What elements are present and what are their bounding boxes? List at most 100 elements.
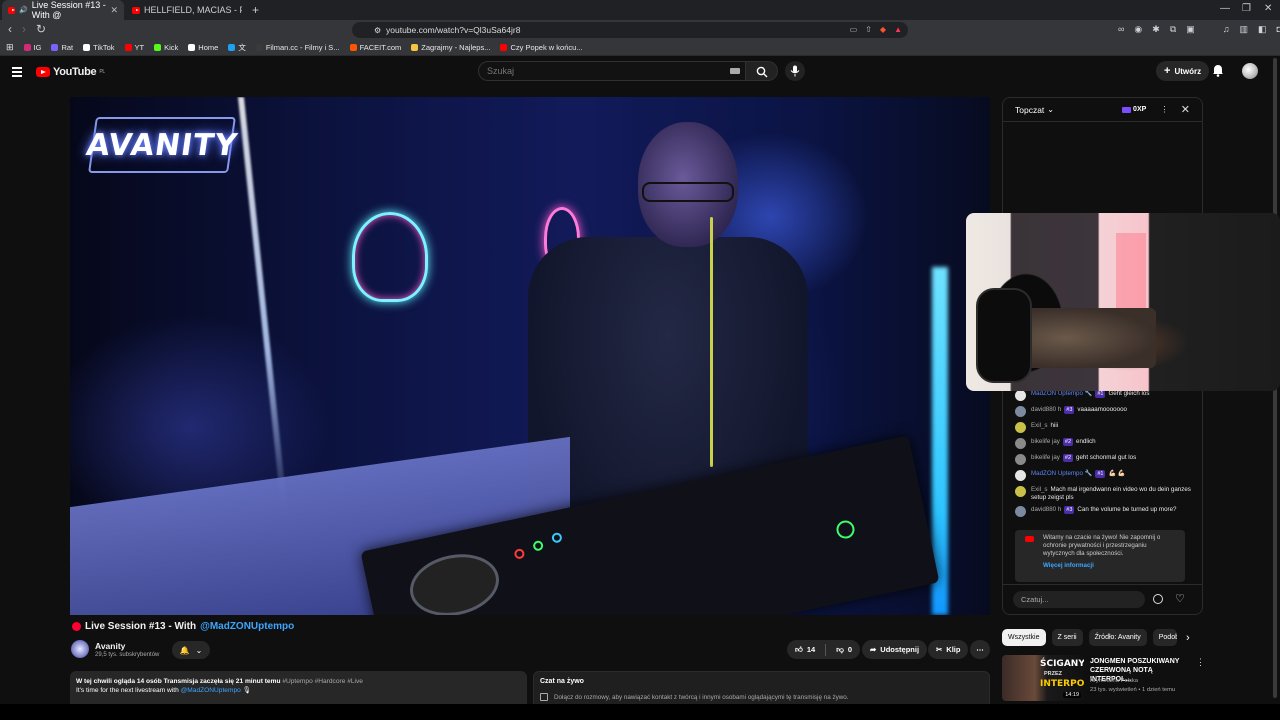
site-info-icon[interactable]: ⚙ bbox=[374, 26, 381, 35]
bookmark-kick[interactable]: Kick bbox=[154, 43, 178, 52]
split-icon[interactable]: ◧ bbox=[1258, 24, 1267, 35]
message-text: hiii bbox=[1050, 422, 1059, 429]
youtube-logo[interactable]: YouTube PL bbox=[36, 66, 105, 78]
share-button[interactable]: ➦ Udostępnij bbox=[862, 640, 928, 659]
tiktok-icon bbox=[83, 44, 91, 51]
channel-avatar[interactable] bbox=[71, 640, 89, 658]
extension-icon[interactable]: ✱ bbox=[1152, 24, 1160, 35]
bookmark-popek[interactable]: Czy Popek w końcu... bbox=[500, 43, 583, 52]
user-avatar bbox=[1015, 438, 1026, 449]
message-author[interactable]: MadZON Uptempo 🔧 bbox=[1031, 390, 1092, 397]
chip-series[interactable]: Z serii bbox=[1051, 629, 1083, 646]
install-icon[interactable]: ▭ bbox=[850, 25, 858, 34]
audio-icon[interactable]: ◉ bbox=[1134, 24, 1142, 35]
account-avatar[interactable] bbox=[1242, 63, 1258, 79]
bookmark-rat[interactable]: Rat bbox=[51, 43, 73, 52]
chat-mode-dropdown[interactable]: Topczat ⌄ bbox=[1015, 105, 1054, 115]
forward-icon[interactable]: › bbox=[22, 22, 26, 36]
chip-all[interactable]: Wszystkie bbox=[1002, 629, 1046, 646]
voice-search-button[interactable] bbox=[785, 61, 805, 81]
message-author[interactable]: bikelife jay bbox=[1031, 454, 1060, 461]
brave-shield-icon[interactable]: ◆ bbox=[880, 25, 886, 34]
puzzle-icon[interactable]: ⧉ bbox=[1170, 24, 1176, 35]
video-duration: 14:19 bbox=[1063, 692, 1081, 698]
bookmark-faceit[interactable]: FACEIT.com bbox=[349, 43, 401, 52]
channel-name[interactable]: Avanity bbox=[95, 641, 125, 651]
keyboard-icon[interactable] bbox=[730, 68, 740, 74]
search-button[interactable] bbox=[746, 61, 778, 81]
share-icon[interactable]: ⇧ bbox=[865, 25, 872, 34]
message-author[interactable]: bikelife jay bbox=[1031, 438, 1060, 445]
wallet2-icon[interactable]: ◘ bbox=[1277, 24, 1280, 35]
user-avatar bbox=[1015, 486, 1026, 497]
recommendation-thumbnail[interactable]: ŚCIGANY PRZEZ INTERPOL 14:19 bbox=[1002, 655, 1084, 701]
back-icon[interactable]: ‹ bbox=[8, 22, 12, 36]
message-text: vaaaaamooooooo bbox=[1077, 406, 1127, 413]
message-author[interactable]: david880 h bbox=[1031, 506, 1061, 513]
like-button[interactable]: 👍︎ 14 bbox=[795, 645, 815, 655]
clip-button[interactable]: ✂ Klip bbox=[928, 640, 969, 659]
vpn-icon[interactable]: ∞ bbox=[1118, 24, 1124, 35]
headphone-cable bbox=[710, 217, 713, 467]
chip-source[interactable]: Źródło: Avanity bbox=[1088, 629, 1147, 646]
emoji-icon[interactable] bbox=[1153, 594, 1163, 604]
music-icon[interactable]: ♫ bbox=[1223, 24, 1230, 35]
close-chat-icon[interactable]: ✕ bbox=[1181, 103, 1190, 116]
subscription-bell-button[interactable]: 🔔 ⌄ bbox=[172, 641, 210, 659]
heart-icon[interactable]: ♡ bbox=[1175, 592, 1185, 605]
tab-hellfield[interactable]: HELLFIELD, MACIAS - Fendi RMX (OFF bbox=[126, 0, 248, 20]
neon-ghost-sign bbox=[352, 212, 428, 302]
chevron-right-icon[interactable]: › bbox=[1186, 632, 1190, 644]
bell-icon bbox=[1213, 65, 1223, 77]
close-tab-icon[interactable]: ✕ bbox=[110, 5, 118, 16]
search-input[interactable]: Szukaj bbox=[478, 61, 746, 81]
pad-light bbox=[550, 531, 563, 544]
url-field[interactable]: ⚙ youtube.com/watch?v=Ql3uSa64jr8 ▭ ⇧ ◆ … bbox=[352, 22, 908, 38]
recommendation-channel[interactable]: Kryminalna Polska bbox=[1090, 677, 1175, 686]
bookmark-home[interactable]: Home bbox=[188, 43, 218, 52]
speaker-icon[interactable]: 🔊 bbox=[19, 6, 28, 14]
bookmark-zagrajmy[interactable]: Zagrajmy - Najleps... bbox=[411, 43, 490, 52]
title-mention-link[interactable]: @MadZONUptempo bbox=[200, 621, 294, 632]
message-author[interactable]: Exil_s bbox=[1031, 422, 1048, 429]
close-window-icon[interactable]: ✕ bbox=[1264, 3, 1272, 14]
minimize-icon[interactable]: — bbox=[1220, 3, 1230, 14]
new-tab-icon[interactable]: + bbox=[252, 3, 259, 17]
more-options-icon[interactable]: ⋮ bbox=[1160, 104, 1169, 115]
menu-icon[interactable] bbox=[12, 67, 22, 79]
apps-icon[interactable]: ⊞ bbox=[6, 42, 14, 53]
bookmark-filman[interactable]: Filman.cc - Filmy i S... bbox=[255, 43, 340, 52]
bookmark-label: IG bbox=[33, 43, 42, 52]
chat-input[interactable]: Czatuj... bbox=[1013, 591, 1145, 608]
reload-icon[interactable]: ↻ bbox=[36, 22, 46, 36]
chip-similar[interactable]: Podob bbox=[1152, 629, 1177, 646]
webcam-overlay[interactable] bbox=[966, 213, 1280, 391]
bookmark-ig[interactable]: IG bbox=[23, 43, 42, 52]
message-author[interactable]: david880 h bbox=[1031, 406, 1061, 413]
chat-message: bikelife jay #2 endlich bbox=[1015, 438, 1195, 449]
notice-text: Witamy na czacie na żywo! Nie zapomnij o… bbox=[1043, 534, 1161, 557]
rewards-icon[interactable]: ▲ bbox=[894, 25, 902, 34]
bookmark-translate[interactable]: 文 bbox=[228, 42, 246, 53]
message-author[interactable]: Exil_s bbox=[1031, 486, 1048, 493]
message-author[interactable]: MadZON Uptempo 🔧 bbox=[1031, 470, 1092, 477]
bookmark-tiktok[interactable]: TikTok bbox=[83, 43, 115, 52]
notifications-button[interactable] bbox=[1212, 63, 1224, 80]
more-options-icon[interactable]: ⋮ bbox=[1196, 657, 1205, 668]
more-actions-button[interactable]: ⋯ bbox=[970, 640, 990, 659]
bookmark-yt[interactable]: YT bbox=[124, 43, 144, 52]
description-mention-link[interactable]: @MadZONUptempo bbox=[181, 687, 241, 694]
restore-icon[interactable]: ❐ bbox=[1242, 3, 1251, 14]
dislike-button[interactable]: 👎︎ 0 bbox=[836, 645, 852, 655]
sidebar-icon[interactable]: ▥ bbox=[1240, 24, 1249, 35]
zagrajmy-icon bbox=[411, 44, 419, 51]
video-player[interactable]: AVANITY bbox=[70, 97, 990, 615]
hashtags[interactable]: #Uptempo #Hardcore #Live bbox=[282, 678, 363, 685]
create-button[interactable]: + Utwórz bbox=[1156, 61, 1210, 81]
tab-live-session[interactable]: 🔊 Live Session #13 - With @ ✕ bbox=[2, 0, 124, 20]
xp-indicator[interactable]: 0XP bbox=[1122, 106, 1146, 113]
recommendation-meta: Kryminalna Polska 23 tys. wyświetleń • 1… bbox=[1090, 677, 1175, 694]
bookmark-label: Rat bbox=[61, 43, 74, 52]
more-info-link[interactable]: Więcej informacji bbox=[1043, 562, 1179, 570]
wallet-icon[interactable]: ▣ bbox=[1186, 24, 1195, 35]
